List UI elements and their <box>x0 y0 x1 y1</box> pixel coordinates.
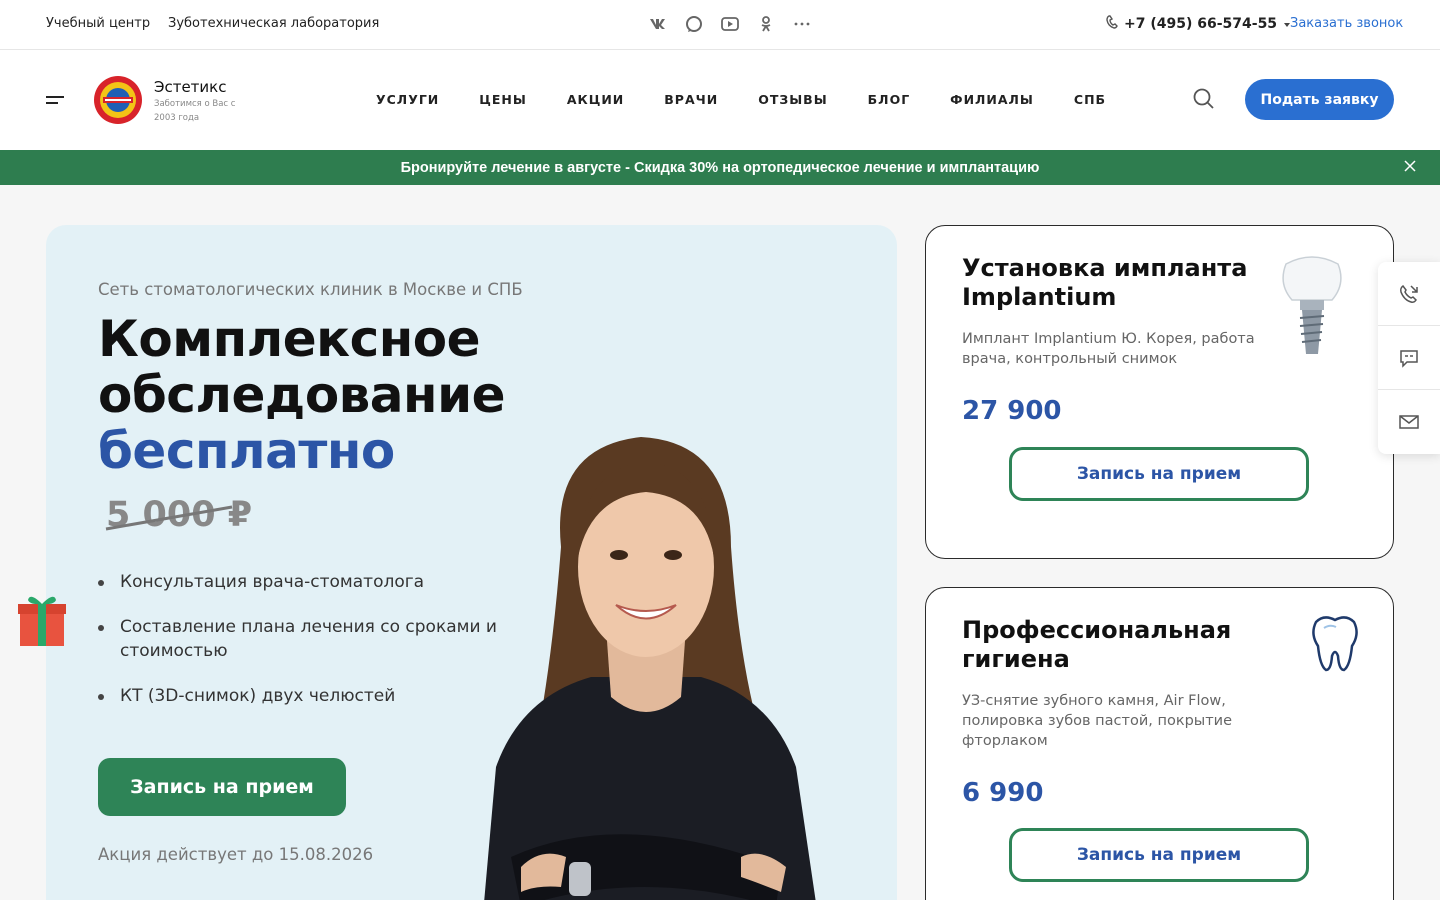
card-price: 6 990 <box>962 778 1044 808</box>
phone-number: +7 (495) 66-574-55 <box>1124 16 1278 32</box>
youtube-icon[interactable] <box>720 14 740 34</box>
nav-doctors[interactable]: ВРАЧИ <box>664 92 718 107</box>
book-appointment-button[interactable]: Запись на прием <box>98 758 346 816</box>
service-card-implant: Установка импланта Implantium Имплант Im… <box>925 225 1394 559</box>
top-bar: Учебный центр Зуботехническая лаборатори… <box>0 0 1440 50</box>
logo-icon[interactable] <box>93 75 143 125</box>
implant-icon <box>1282 256 1342 354</box>
phone-call-icon[interactable] <box>1378 262 1440 326</box>
more-icon[interactable] <box>792 14 812 34</box>
card-title: Профессиональная гигиена <box>962 616 1232 673</box>
mail-icon[interactable] <box>1378 390 1440 454</box>
gift-icon[interactable] <box>16 590 68 648</box>
vk-icon[interactable] <box>648 14 668 34</box>
phone-icon <box>1106 15 1118 33</box>
hero-title-line1: Комплексное <box>98 310 481 368</box>
promo-banner: Бронируйте лечение в августе - Скидка 30… <box>0 150 1440 185</box>
chat-bubble-icon[interactable] <box>1378 326 1440 390</box>
doctor-photo <box>484 437 816 900</box>
nav-reviews[interactable]: ОТЗЫВЫ <box>758 92 827 107</box>
menu-icon[interactable] <box>46 96 64 104</box>
card-description: УЗ-снятие зубного камня, Air Flow, полир… <box>962 693 1233 749</box>
card-book-button[interactable]: Запись на прием <box>1009 828 1309 882</box>
odnoklassniki-icon[interactable] <box>756 14 776 34</box>
search-icon[interactable] <box>1192 87 1216 111</box>
phone-dropdown[interactable]: +7 (495) 66-574-55 <box>1106 15 1291 33</box>
service-card-hygiene: Профессиональная гигиена УЗ-снятие зубно… <box>925 587 1394 900</box>
promo-deadline: Акция действует до 15.08.2026 <box>98 845 374 864</box>
brand-tagline: Заботимся о Вас с 2003 года <box>154 99 236 123</box>
tooth-icon <box>1312 616 1358 672</box>
chat-icon[interactable] <box>684 14 704 34</box>
hero-title-line2: обследование <box>98 366 506 424</box>
nav-services[interactable]: УСЛУГИ <box>376 92 439 107</box>
card-price: 27 900 <box>962 396 1062 426</box>
promo-text[interactable]: Бронируйте лечение в августе - Скидка 30… <box>0 160 1440 176</box>
nav-blog[interactable]: БЛОГ <box>868 92 911 107</box>
card-book-button[interactable]: Запись на прием <box>1009 447 1309 501</box>
link-training-center[interactable]: Учебный центр <box>46 16 150 31</box>
card-description: Имплант Implantium Ю. Корея, работа врач… <box>962 331 1255 367</box>
contact-widget <box>1378 262 1440 454</box>
callback-link[interactable]: Заказать звонок <box>1290 16 1403 31</box>
hero-subtitle: Сеть стоматологических клиник в Москве и… <box>98 280 523 299</box>
hero-banner: Сеть стоматологических клиник в Москве и… <box>46 225 897 900</box>
nav-prices[interactable]: ЦЕНЫ <box>479 92 527 107</box>
apply-button[interactable]: Подать заявку <box>1245 79 1394 120</box>
link-dental-lab[interactable]: Зуботехническая лаборатория <box>168 16 379 31</box>
social-links <box>648 14 812 34</box>
nav-branches[interactable]: ФИЛИАЛЫ <box>950 92 1034 107</box>
brand-name: Эстетикс <box>154 78 227 96</box>
nav-promotions[interactable]: АКЦИИ <box>567 92 624 107</box>
card-title: Установка импланта Implantium <box>962 254 1248 311</box>
main-header: Эстетикс Заботимся о Вас с 2003 года УСЛ… <box>0 50 1440 150</box>
price-strikethrough <box>105 505 233 531</box>
close-icon[interactable] <box>1402 158 1418 174</box>
nav-spb[interactable]: СПБ <box>1074 92 1106 107</box>
main-nav: УСЛУГИ ЦЕНЫ АКЦИИ ВРАЧИ ОТЗЫВЫ БЛОГ ФИЛИ… <box>376 92 1106 107</box>
